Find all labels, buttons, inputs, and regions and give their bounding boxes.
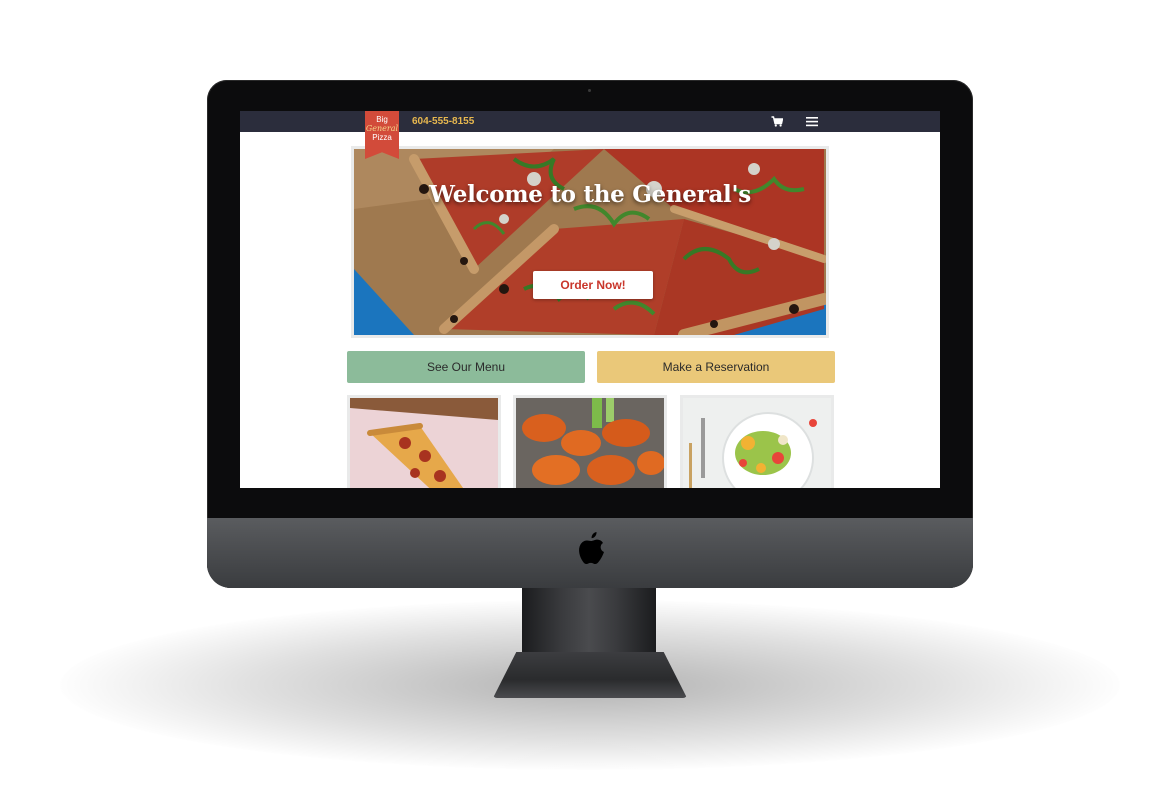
order-now-button[interactable]: Order Now! <box>533 271 653 299</box>
logo-text-general: General <box>365 124 399 133</box>
apple-logo-icon <box>579 532 604 565</box>
hero-banner: Welcome to the General's Order Now! <box>351 146 829 338</box>
gallery-thumb-wings[interactable] <box>513 395 667 488</box>
imac-monitor: 604-555-8155 Big General Pizza Welcome t… <box>207 80 973 588</box>
phone-number-link[interactable]: 604-555-8155 <box>412 116 474 127</box>
make-reservation-button[interactable]: Make a Reservation <box>597 351 835 383</box>
website-screen: 604-555-8155 Big General Pizza Welcome t… <box>240 111 940 488</box>
monitor-stand-neck <box>522 585 656 663</box>
monitor-stand-foot <box>493 652 687 698</box>
top-navbar: 604-555-8155 <box>240 111 940 132</box>
hero-title: Welcome to the General's <box>429 181 751 208</box>
see-menu-button[interactable]: See Our Menu <box>347 351 585 383</box>
pizza-hero-image <box>354 149 826 335</box>
hamburger-menu-icon[interactable] <box>806 116 818 127</box>
gallery-thumb-pizza[interactable] <box>347 395 501 488</box>
gallery-thumb-salad[interactable] <box>680 395 834 488</box>
camera-dot <box>588 89 591 92</box>
brand-logo[interactable]: Big General Pizza <box>365 111 399 159</box>
chicken-wings-photo <box>516 398 664 488</box>
logo-text-big: Big <box>376 115 388 124</box>
salad-photo <box>683 398 831 488</box>
cart-icon[interactable] <box>771 116 783 127</box>
pizza-slice-photo <box>350 398 498 488</box>
logo-text-pizza: Pizza <box>372 133 392 142</box>
